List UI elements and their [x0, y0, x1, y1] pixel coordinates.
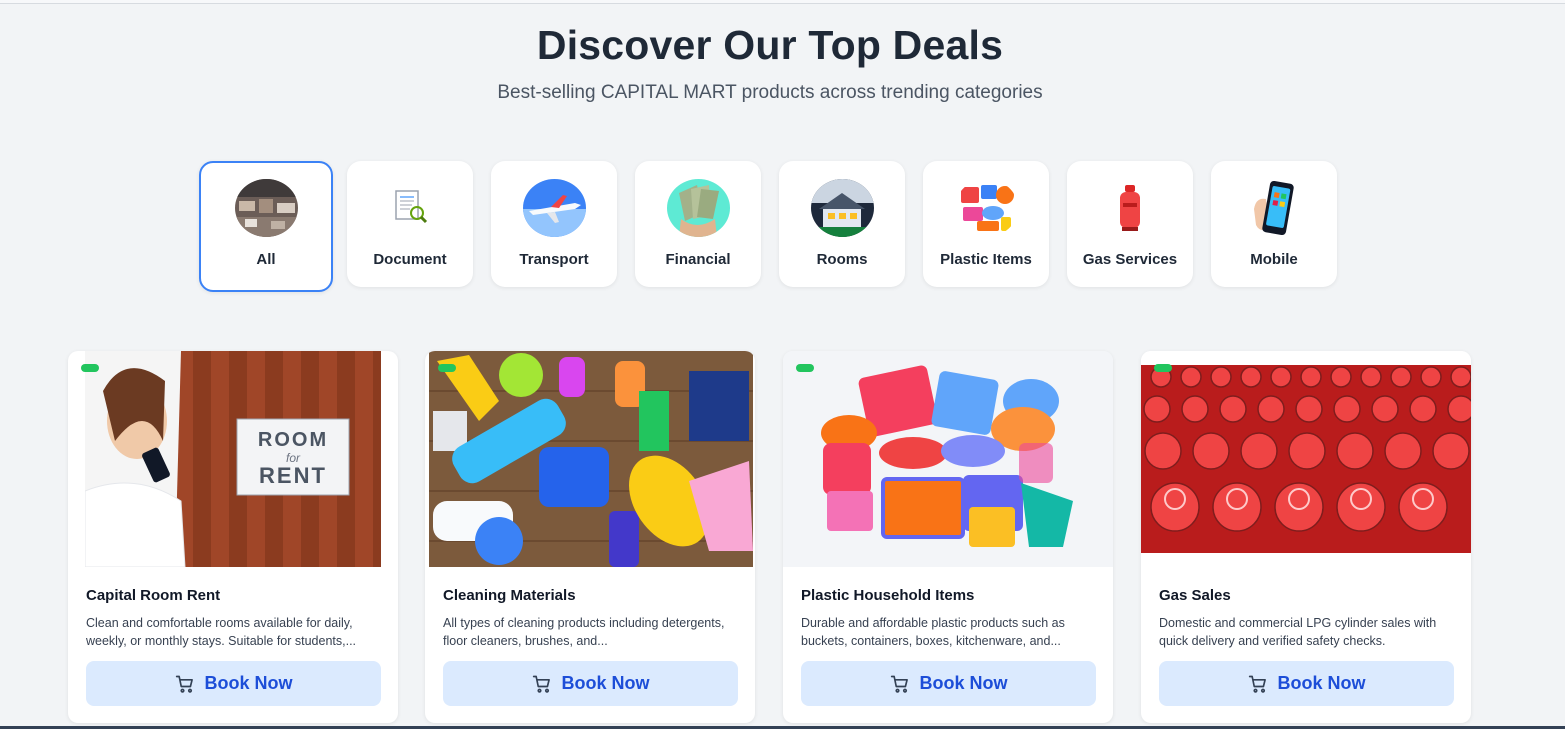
- category-label: Financial: [665, 251, 731, 268]
- category-label: Mobile: [1250, 251, 1298, 268]
- book-now-button[interactable]: Book Now: [86, 661, 381, 706]
- product-card: ROOM for RENT Capital Room Rent Clean an…: [68, 351, 398, 723]
- status-badge: [81, 364, 99, 372]
- cart-icon: [532, 675, 550, 693]
- product-description: Domestic and commercial LPG cylinder sal…: [1159, 616, 1437, 648]
- airplane-icon: [522, 179, 586, 237]
- product-card: Gas Sales Domestic and commercial LPG cy…: [1141, 351, 1471, 723]
- book-now-label: Book Now: [919, 673, 1008, 693]
- category-label: Plastic Items: [940, 251, 1032, 268]
- smartphone-icon: [1243, 179, 1306, 237]
- sign-text-rent: RENT: [259, 463, 327, 488]
- category-label: Document: [373, 251, 447, 268]
- page-title: Discover Our Top Deals: [536, 22, 1004, 68]
- product-image: [1141, 351, 1471, 567]
- house-icon: [810, 179, 874, 237]
- page-subtitle: Best-selling CAPITAL MART products acros…: [497, 82, 1043, 103]
- top-divider: [0, 0, 1565, 4]
- book-now-label: Book Now: [1277, 673, 1366, 693]
- status-badge: [438, 364, 456, 372]
- category-label: Gas Services: [1082, 251, 1178, 268]
- category-financial[interactable]: Financial: [635, 161, 761, 287]
- gas-cylinder-icon: [1099, 179, 1162, 237]
- document-search-icon: [379, 179, 442, 237]
- status-badge: [1154, 364, 1172, 372]
- product-card: Cleaning Materials All types of cleaning…: [425, 351, 755, 723]
- book-now-label: Book Now: [204, 673, 293, 693]
- product-image: ROOM for RENT: [85, 351, 381, 567]
- product-description: Clean and comfortable rooms available fo…: [86, 616, 357, 648]
- category-label: All: [256, 251, 276, 268]
- product-title: Plastic Household Items: [801, 587, 975, 604]
- product-card: Plastic Household Items Durable and affo…: [783, 351, 1113, 723]
- book-now-button[interactable]: Book Now: [443, 661, 738, 706]
- product-title: Capital Room Rent: [86, 587, 221, 604]
- category-all[interactable]: All: [199, 161, 333, 292]
- cart-icon: [890, 675, 908, 693]
- product-description: Durable and affordable plastic products …: [801, 616, 1065, 648]
- store-interior-icon: [234, 179, 298, 237]
- category-rooms[interactable]: Rooms: [779, 161, 905, 287]
- category-plastic-items[interactable]: Plastic Items: [923, 161, 1049, 287]
- sign-text-room: ROOM: [257, 429, 329, 451]
- product-image: [429, 351, 753, 567]
- product-image: [783, 351, 1113, 567]
- book-now-label: Book Now: [561, 673, 650, 693]
- category-label: Transport: [519, 251, 589, 268]
- product-title: Gas Sales: [1159, 587, 1231, 604]
- cart-icon: [175, 675, 193, 693]
- category-transport[interactable]: Transport: [491, 161, 617, 287]
- product-description: All types of cleaning products including…: [443, 616, 725, 648]
- book-now-button[interactable]: Book Now: [1159, 661, 1454, 706]
- cash-money-icon: [666, 179, 730, 237]
- status-badge: [796, 364, 814, 372]
- category-label: Rooms: [816, 251, 868, 268]
- cart-icon: [1248, 675, 1266, 693]
- product-title: Cleaning Materials: [443, 587, 576, 604]
- book-now-button[interactable]: Book Now: [801, 661, 1096, 706]
- category-mobile[interactable]: Mobile: [1211, 161, 1337, 287]
- plastic-items-icon: [954, 179, 1018, 237]
- category-document[interactable]: Document: [347, 161, 473, 287]
- category-gas-services[interactable]: Gas Services: [1067, 161, 1193, 287]
